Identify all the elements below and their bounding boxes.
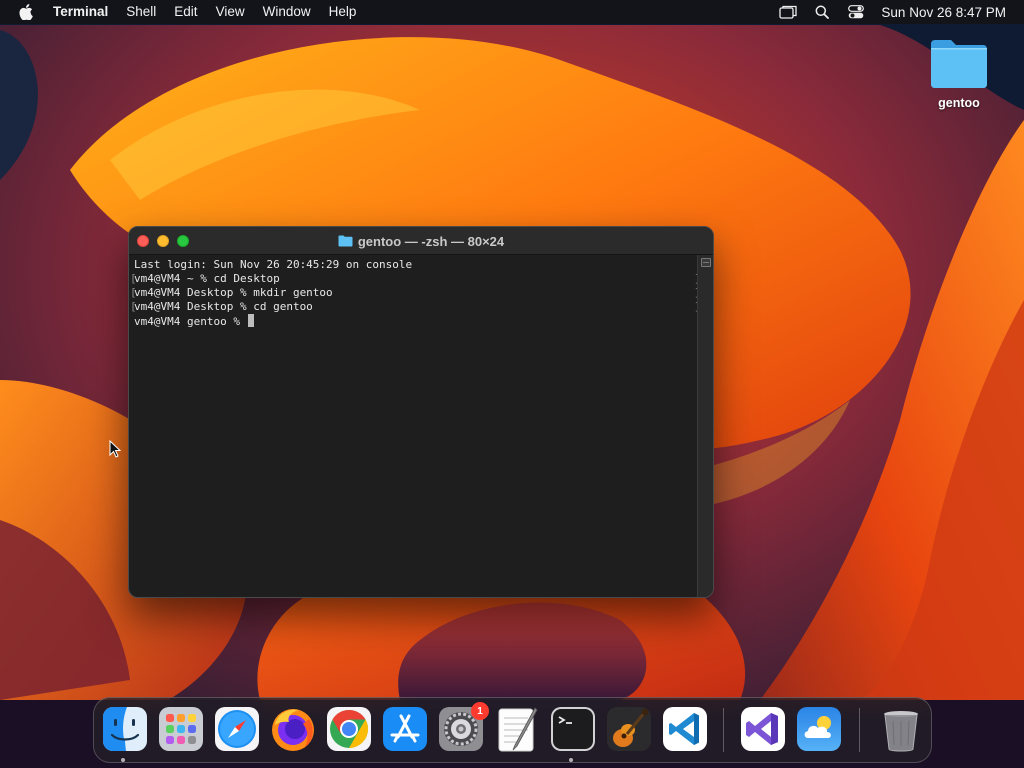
terminal-icon	[551, 707, 595, 751]
menu-bar-clock[interactable]: Sun Nov 26 8:47 PM	[881, 5, 1006, 20]
menu-help[interactable]: Help	[320, 0, 366, 24]
safari-icon	[215, 707, 259, 751]
dock-textedit[interactable]	[493, 705, 541, 753]
window-controls	[137, 234, 189, 247]
visual-studio-icon	[741, 707, 785, 751]
line-mark-left: [	[130, 272, 137, 285]
terminal-titlebar[interactable]: gentoo — -zsh — 80×24	[129, 227, 713, 255]
dock-visual-studio[interactable]	[739, 705, 787, 753]
terminal-line-text: Last login: Sun Nov 26 20:45:29 on conso…	[134, 258, 413, 271]
dock-vscode[interactable]	[661, 705, 709, 753]
weather-icon	[797, 707, 841, 751]
terminal-output[interactable]: Last login: Sun Nov 26 20:45:29 on conso…	[129, 255, 701, 597]
menu-view[interactable]: View	[207, 0, 254, 24]
screen-mirroring-icon[interactable]	[779, 4, 798, 20]
dock: 1	[93, 697, 932, 763]
dock-firefox[interactable]	[269, 705, 317, 753]
garageband-icon	[607, 707, 651, 751]
mouse-pointer-icon	[109, 440, 121, 458]
maximize-button[interactable]	[177, 234, 189, 247]
dock-safari[interactable]	[213, 705, 261, 753]
running-indicator	[121, 758, 125, 762]
terminal-line: [vm4@VM4 Desktop % cd gentoo]	[130, 300, 701, 314]
menu-edit[interactable]: Edit	[165, 0, 206, 24]
notification-badge: 1	[471, 702, 489, 720]
app-store-icon	[383, 707, 427, 751]
launchpad-icon	[159, 707, 203, 751]
dock-separator	[859, 708, 860, 752]
dock-finder[interactable]	[101, 705, 149, 753]
terminal-scrollbar[interactable]	[697, 255, 713, 597]
terminal-line-text: vm4@VM4 Desktop % cd gentoo	[134, 300, 313, 313]
scrollbar-button[interactable]	[700, 258, 711, 267]
terminal-line-text: vm4@VM4 Desktop % mkdir gentoo	[134, 286, 333, 299]
menu-window[interactable]: Window	[254, 0, 320, 24]
close-button[interactable]	[137, 234, 149, 247]
dock-system-settings[interactable]: 1	[437, 702, 489, 753]
desktop-folder[interactable]: gentoo	[918, 38, 1000, 110]
menu-app-terminal[interactable]: Terminal	[49, 0, 117, 24]
dock-separator	[723, 708, 724, 752]
folder-icon	[931, 40, 987, 88]
dock-terminal[interactable]	[549, 705, 597, 753]
menu-bar-status: Sun Nov 26 8:47 PM	[763, 0, 1024, 24]
apple-menu-icon[interactable]	[19, 4, 33, 20]
terminal-window[interactable]: gentoo — -zsh — 80×24 Last login: Sun No…	[128, 226, 714, 598]
text-cursor	[247, 314, 254, 327]
firefox-icon	[272, 709, 314, 751]
line-mark-left: [	[130, 286, 137, 299]
terminal-prompt: vm4@VM4 gentoo %	[134, 315, 247, 328]
textedit-icon	[498, 707, 538, 752]
terminal-title: gentoo — -zsh — 80×24	[129, 227, 713, 255]
terminal-line: [vm4@VM4 Desktop % mkdir gentoo]	[130, 286, 701, 300]
trash-icon	[884, 711, 918, 752]
menu-shell[interactable]: Shell	[117, 0, 165, 24]
dock-weather[interactable]	[795, 705, 843, 753]
desktop-folder-label: gentoo	[938, 96, 980, 110]
terminal-line: [vm4@VM4 ~ % cd Desktop]	[130, 272, 701, 286]
control-center-icon[interactable]	[847, 4, 865, 20]
dock-chrome[interactable]	[325, 705, 373, 753]
terminal-prompt-line: vm4@VM4 gentoo %	[134, 314, 697, 328]
dock-app-store[interactable]	[381, 705, 429, 753]
spotlight-search-icon[interactable]	[813, 4, 831, 20]
finder-icon	[103, 707, 147, 751]
folder-icon	[338, 235, 353, 247]
menu-bar: Terminal Shell Edit View Window Help Sun…	[0, 0, 1024, 24]
dock-launchpad[interactable]	[157, 705, 205, 753]
dock-garageband[interactable]	[605, 705, 653, 753]
line-mark-left: [	[130, 300, 137, 313]
terminal-title-text: gentoo — -zsh — 80×24	[357, 233, 505, 249]
dock-trash[interactable]	[877, 705, 925, 753]
vscode-icon	[663, 707, 707, 751]
terminal-line: Last login: Sun Nov 26 20:45:29 on conso…	[134, 258, 697, 272]
terminal-line-text: vm4@VM4 ~ % cd Desktop	[134, 272, 280, 285]
chrome-icon	[327, 707, 371, 751]
running-indicator	[569, 758, 573, 762]
minimize-button[interactable]	[157, 234, 169, 247]
